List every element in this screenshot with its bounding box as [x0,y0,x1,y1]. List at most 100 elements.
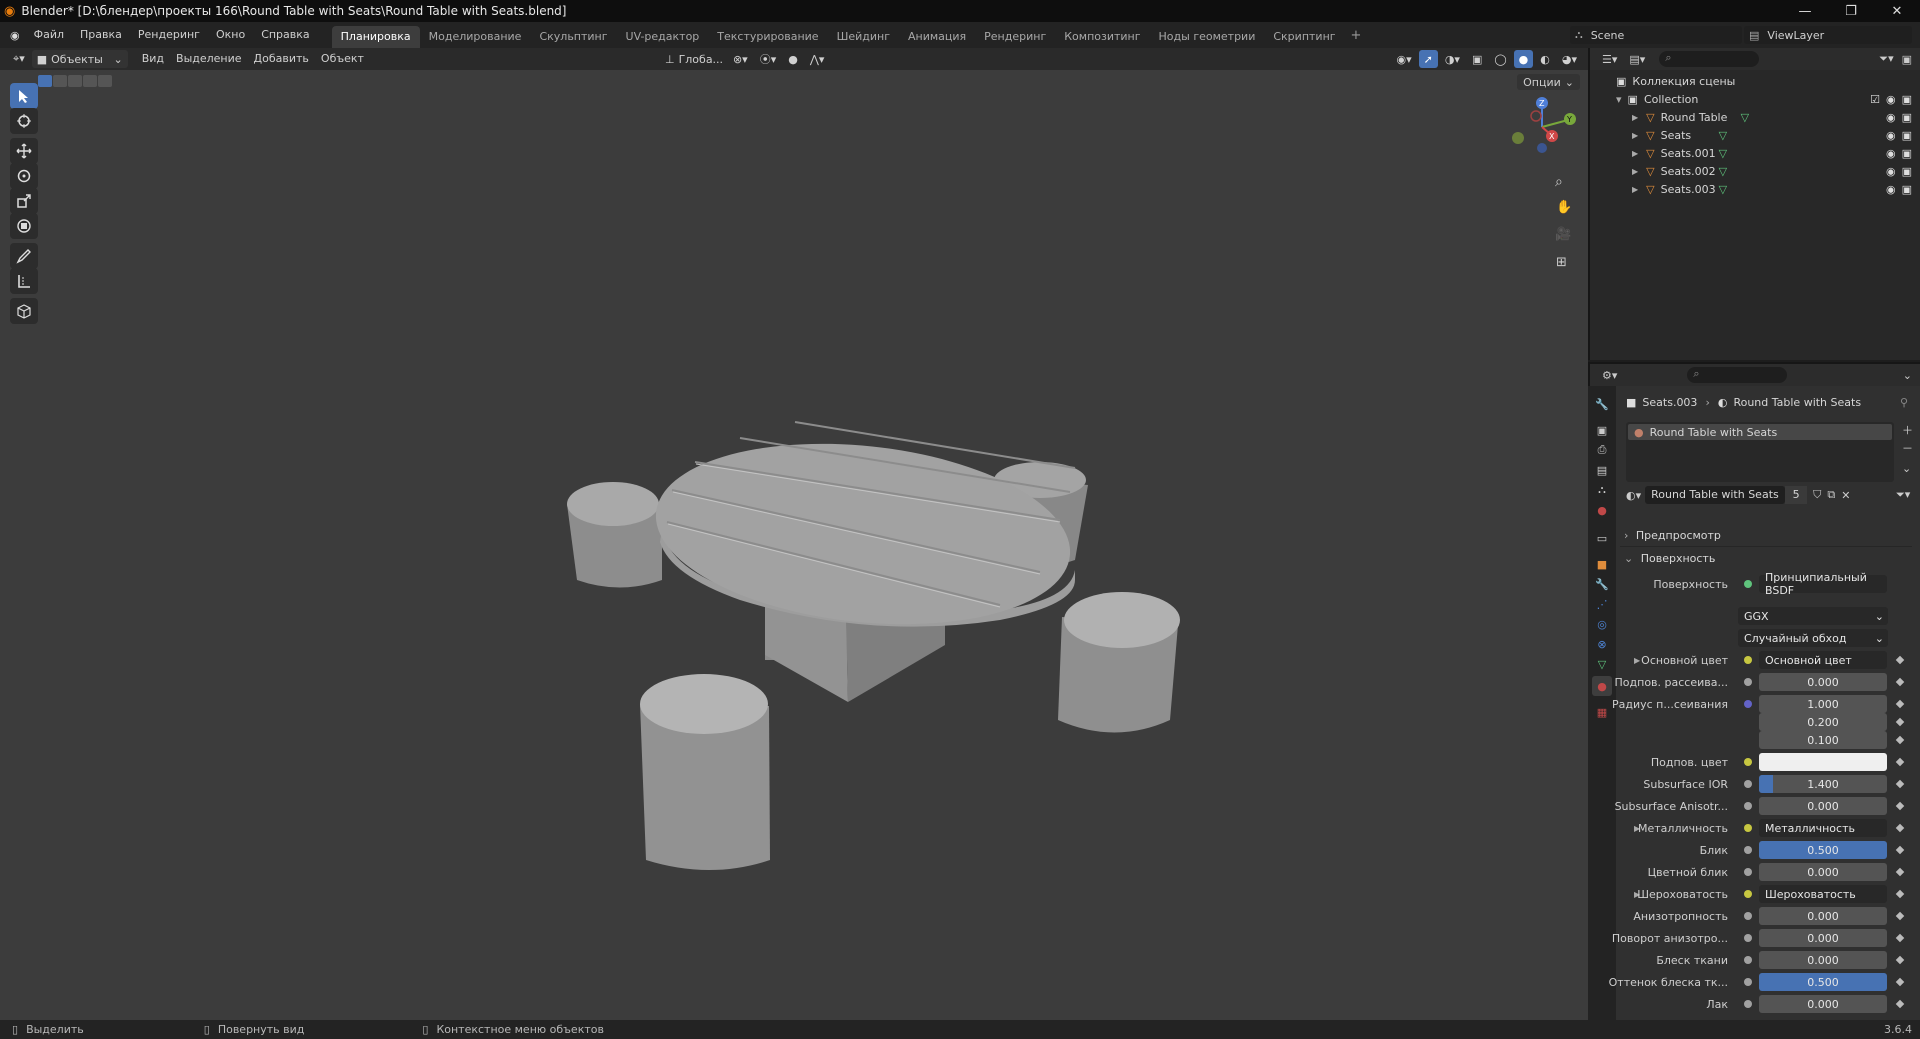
measure-tool[interactable] [10,268,38,294]
overlay-toggle-button[interactable]: ◑▾ [1440,50,1465,68]
viewlayer-selector[interactable]: ▤ ViewLayer [1744,26,1912,44]
browse-filter-icon[interactable]: ⏷▾ [1896,488,1910,502]
socket-icon[interactable] [1744,824,1752,832]
menu-item[interactable]: Окно [208,22,253,48]
mesh-data-icon[interactable]: ▽ [1719,147,1727,160]
workspace-tab[interactable]: Планировка [331,26,420,48]
transform-tool[interactable] [10,213,38,239]
camera-icon[interactable]: ▣ [1902,183,1912,196]
eye-icon[interactable]: ◉ [1886,93,1896,106]
checkbox-icon[interactable]: ☑ [1870,93,1880,106]
socket-icon[interactable] [1744,700,1752,708]
keyframe-icon[interactable] [1895,823,1905,833]
select-intersect-icon[interactable] [98,75,112,87]
material-tab-icon[interactable]: ● [1592,676,1612,696]
number-field[interactable]: 0.000 [1759,907,1887,925]
filter-icon[interactable]: ⏷▾ [1879,52,1893,66]
socket-icon[interactable] [1744,846,1752,854]
socket-icon[interactable] [1744,678,1752,686]
viewport-menu-item[interactable]: Выделение [170,48,248,70]
workspace-tab[interactable]: Анимация [899,26,975,48]
material-browse-icon[interactable]: ◐▾ [1626,489,1641,502]
keyframe-icon[interactable] [1895,999,1905,1009]
keyframe-icon[interactable] [1895,655,1905,665]
hand-pan-icon[interactable]: ✋ [1556,200,1572,215]
mode-selector[interactable]: ■ Объекты ⌄ [31,50,128,68]
viewport-menu-item[interactable]: Вид [136,48,170,70]
keyframe-icon[interactable] [1895,933,1905,943]
viewport-menu-item[interactable]: Добавить [248,48,315,70]
grid-perspective-icon[interactable]: ⊞ [1556,255,1567,270]
keyframe-icon[interactable] [1895,717,1905,727]
minimize-button[interactable]: — [1782,0,1828,22]
annotate-tool[interactable] [10,243,38,269]
slot-menu-button[interactable]: ⌄ [1902,462,1911,475]
keyframe-icon[interactable] [1895,889,1905,899]
keyframe-icon[interactable] [1895,977,1905,987]
socket-icon[interactable] [1744,934,1752,942]
workspace-tab[interactable]: Композитинг [1055,26,1149,48]
eye-icon[interactable]: ◉ [1886,129,1896,142]
output-tab-icon[interactable]: ⎙ [1592,440,1612,460]
scene-selector[interactable]: ⛬ Scene [1570,26,1742,44]
data-tab-icon[interactable]: ▽ [1592,654,1612,674]
visibility-button[interactable]: ◉▾ [1391,50,1416,68]
number-field[interactable]: 0.200 [1759,713,1887,731]
add-slot-button[interactable]: ＋ [1902,422,1913,438]
menu-item[interactable]: Файл [26,22,72,48]
scene-tab-icon[interactable]: ⛬ [1592,480,1612,500]
shading-wireframe-button[interactable]: ◯ [1489,50,1511,68]
socket-icon[interactable] [1744,978,1752,986]
physics-tab-icon[interactable]: ◎ [1592,614,1612,634]
expand-arrow-icon[interactable]: ▶ [1632,113,1638,122]
render-tab-icon[interactable]: ▣ [1592,420,1612,440]
socket-icon[interactable] [1744,802,1752,810]
outliner-object-row[interactable]: ▶ ▽ Seats.002 ▽ ◉ ▣ [1590,162,1920,180]
outliner-search-input[interactable]: ⌕ [1659,51,1760,67]
keyframe-icon[interactable] [1895,867,1905,877]
pin-icon[interactable]: ⚲ [1900,396,1908,409]
material-slot-list[interactable]: ● Round Table with Seats [1626,422,1894,482]
keyframe-icon[interactable] [1895,677,1905,687]
shading-rendered-button[interactable]: ◕▾ [1557,50,1582,68]
color-swatch[interactable] [1759,753,1887,771]
socket-icon[interactable] [1744,780,1752,788]
outliner-object-row[interactable]: ▶ ▽ Round Table ▽ ◉ ▣ [1590,108,1920,126]
keyframe-icon[interactable] [1895,699,1905,709]
number-field[interactable]: 1.000 [1759,695,1887,713]
linked-input-field[interactable]: Металличность [1759,819,1887,837]
eye-icon[interactable]: ◉ [1886,165,1896,178]
expand-arrow-icon[interactable]: ▾ [1616,93,1622,106]
mesh-data-icon[interactable]: ▽ [1719,165,1727,178]
surface-shader-field[interactable]: Принципиальный BSDF [1759,571,1887,597]
eye-icon[interactable]: ◉ [1886,183,1896,196]
eye-icon[interactable]: ◉ [1886,111,1896,124]
3d-viewport[interactable]: Опции ⌄ Z Y X ⌕ ✋ 🎥 ⊞ [0,70,1588,1020]
collection-tab-icon[interactable]: ▭ [1592,528,1612,548]
workspace-tab[interactable]: UV-редактор [617,26,709,48]
scene-collection-row[interactable]: ▣ Коллекция сцены [1590,72,1920,90]
zoom-icon[interactable]: ⌕ [1555,174,1563,190]
shading-material-button[interactable]: ◐ [1535,50,1555,68]
add-cube-tool[interactable] [10,298,38,324]
keyframe-icon[interactable] [1895,955,1905,965]
socket-icon[interactable] [1744,1000,1752,1008]
object-tab-icon[interactable]: ■ [1592,554,1612,574]
maximize-button[interactable]: ❐ [1828,0,1874,22]
keyframe-icon[interactable] [1895,911,1905,921]
camera-icon[interactable]: ▣ [1902,93,1912,106]
blender-menu-icon[interactable]: ◉ [10,29,20,42]
outliner-object-row[interactable]: ▶ ▽ Seats ▽ ◉ ▣ [1590,126,1920,144]
workspace-tab[interactable]: Текстурирование [708,26,827,48]
chevron-down-icon[interactable]: ⌄ [1903,369,1912,382]
view-layer-tab-icon[interactable]: ▤ [1592,460,1612,480]
socket-icon[interactable] [1744,868,1752,876]
expand-arrow-icon[interactable]: ▶ [1634,656,1640,665]
keyframe-icon[interactable] [1895,757,1905,767]
camera-icon[interactable]: ▣ [1902,165,1912,178]
menu-item[interactable]: Рендеринг [130,22,208,48]
snap-button[interactable]: ⦿▾ [755,50,782,68]
mesh-data-icon[interactable]: ▽ [1719,129,1727,142]
editor-type-icon[interactable]: ☰▾ [1602,53,1617,66]
close-button[interactable]: ✕ [1874,0,1920,22]
